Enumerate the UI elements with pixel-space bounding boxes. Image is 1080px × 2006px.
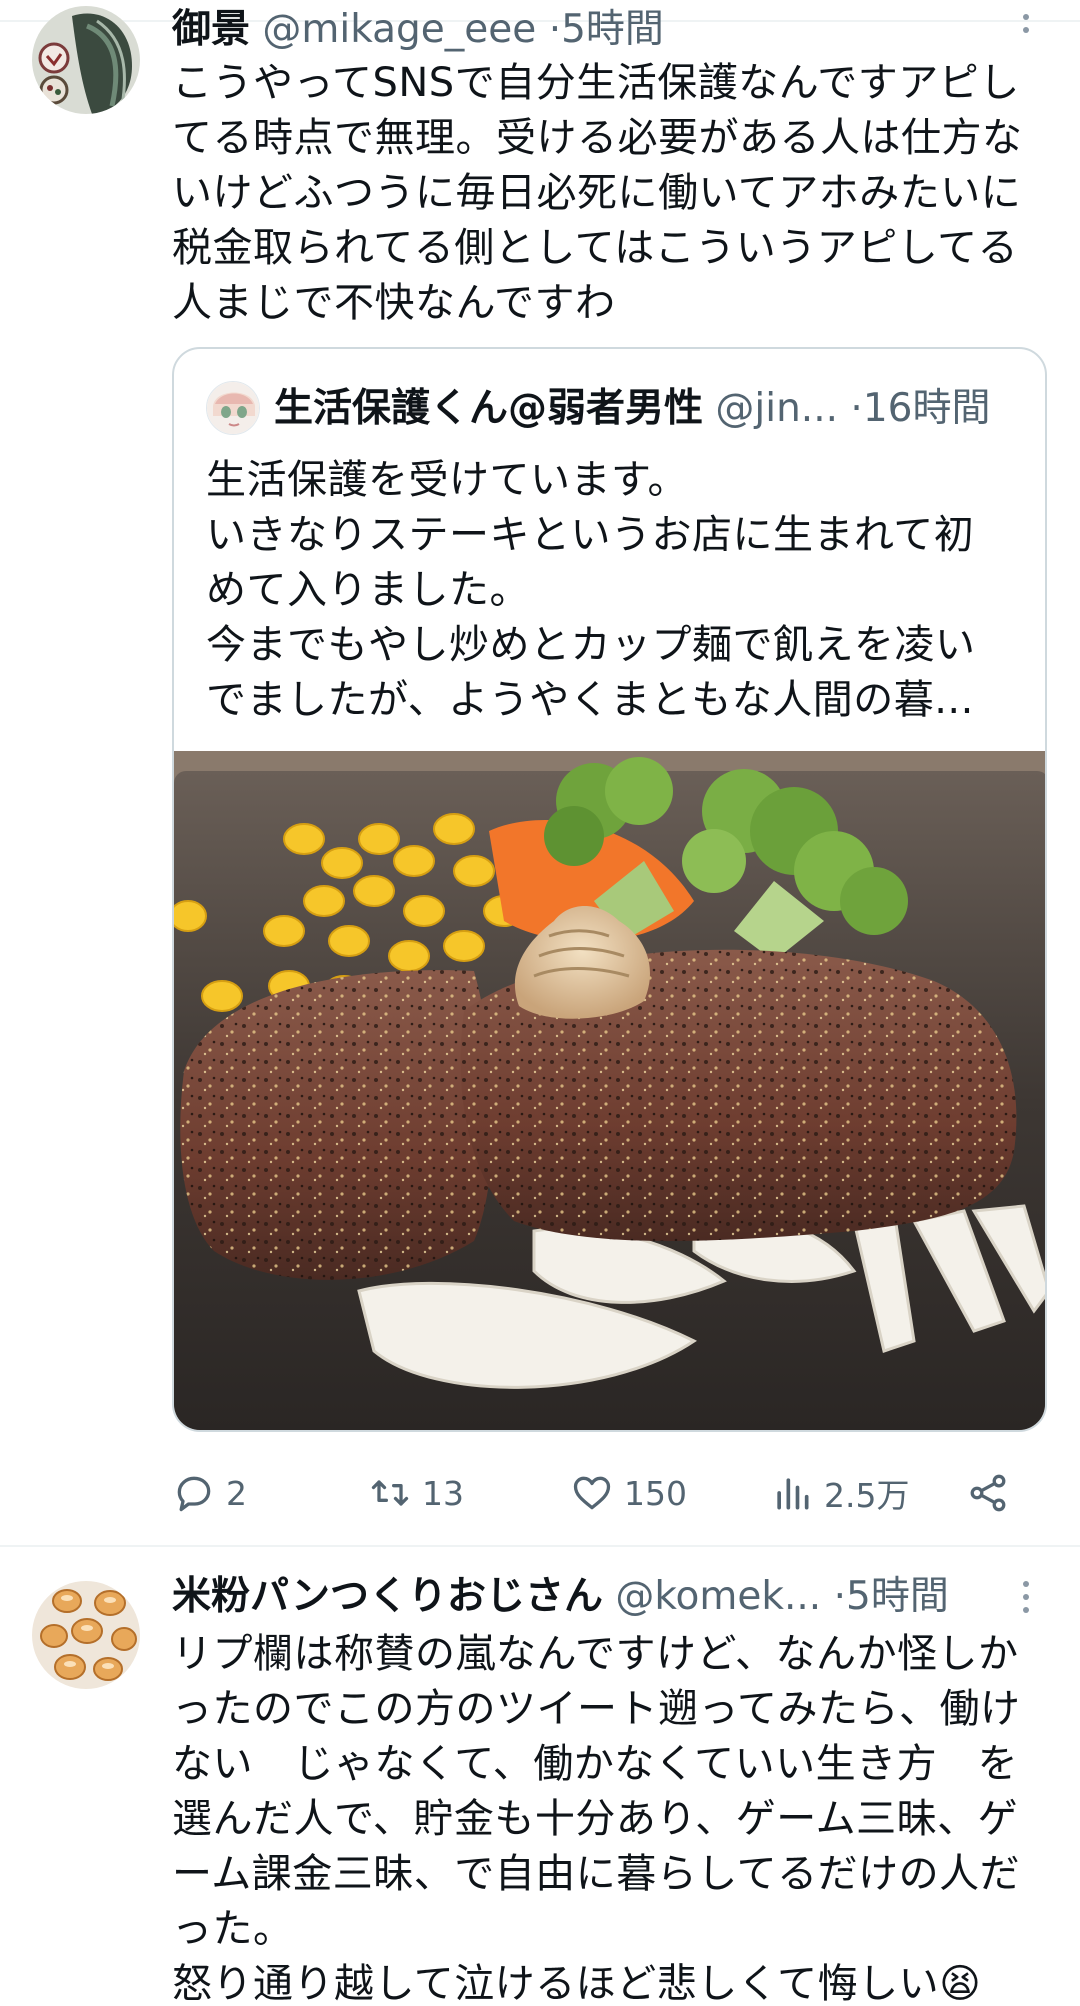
views-icon (777, 1478, 809, 1510)
steak-photo[interactable] (174, 751, 1047, 1432)
display-name[interactable]: 米粉パンつくりおじさん (172, 1574, 603, 1619)
user-handle[interactable]: @mikage_eee (262, 7, 536, 52)
separator-dot: · (833, 1574, 846, 1619)
retweet-icon (371, 1480, 409, 1506)
avatar[interactable] (32, 6, 140, 114)
tweet-text: こうやってSNSで自分生活保護なんですアピし てる時点で無理。受ける必要がある人… (172, 60, 1023, 326)
like-action[interactable]: 150 (570, 1465, 687, 1521)
timestamp[interactable]: 5時間 (846, 1574, 949, 1619)
quote-separator-dot: · (850, 386, 863, 431)
quote-text: 生活保護を受けています。 いきなりステーキというお店に生まれて初 めて入りました… (206, 457, 976, 723)
like-count: 150 (624, 1473, 687, 1513)
display-name[interactable]: 御景 (172, 7, 250, 52)
tweet-text: リプ欄は称賛の嵐なんですけど、なんか怪しか ったのでこの方のツイート遡ってみたら… (172, 1631, 1021, 2006)
quoted-tweet-card[interactable]: 生活保護くん@弱者男性 @jin... ·16時間 生活保護を受けています。 い… (172, 347, 1047, 1432)
timestamp[interactable]: 5時間 (561, 7, 664, 52)
like-icon (573, 1476, 611, 1510)
share-action[interactable] (966, 1465, 1010, 1521)
quote-display-name: 生活保護くん@弱者男性 (274, 386, 704, 431)
views-action[interactable]: 2.5万 (770, 1465, 909, 1521)
quote-avatar (206, 381, 260, 435)
more-icon[interactable] (1020, 14, 1032, 33)
more-icon[interactable] (1020, 1581, 1032, 1613)
separator-dot: · (548, 7, 562, 52)
quote-timestamp: 16時間 (862, 386, 991, 431)
quote-header: 生活保護くん@弱者男性 @jin... ·16時間 (274, 383, 990, 435)
views-count: 2.5万 (824, 1476, 910, 1515)
user-handle[interactable]: @komek... (615, 1574, 821, 1619)
reply-count: 2 (226, 1473, 247, 1513)
avatar[interactable] (32, 1581, 140, 1689)
quote-user-handle: @jin... (715, 386, 839, 431)
tweet-header: 御景 @mikage_eee ·5時間 (172, 6, 664, 54)
tweet-mikage[interactable]: 御景 @mikage_eee ·5時間 こうやってSNSで自分生活保護なんですア… (0, 0, 1080, 1545)
retweet-count: 13 (422, 1473, 464, 1513)
tweet-header: 米粉パンつくりおじさん @komek... ·5時間 (172, 1573, 949, 1621)
reply-icon (177, 1476, 211, 1512)
reply-action[interactable]: 2 (172, 1465, 247, 1521)
share-icon (970, 1474, 1006, 1512)
retweet-action[interactable]: 13 (368, 1465, 464, 1521)
tweet-komeko[interactable]: 米粉パンつくりおじさん @komek... ·5時間 リプ欄は称賛の嵐なんですけ… (0, 1547, 1080, 2006)
